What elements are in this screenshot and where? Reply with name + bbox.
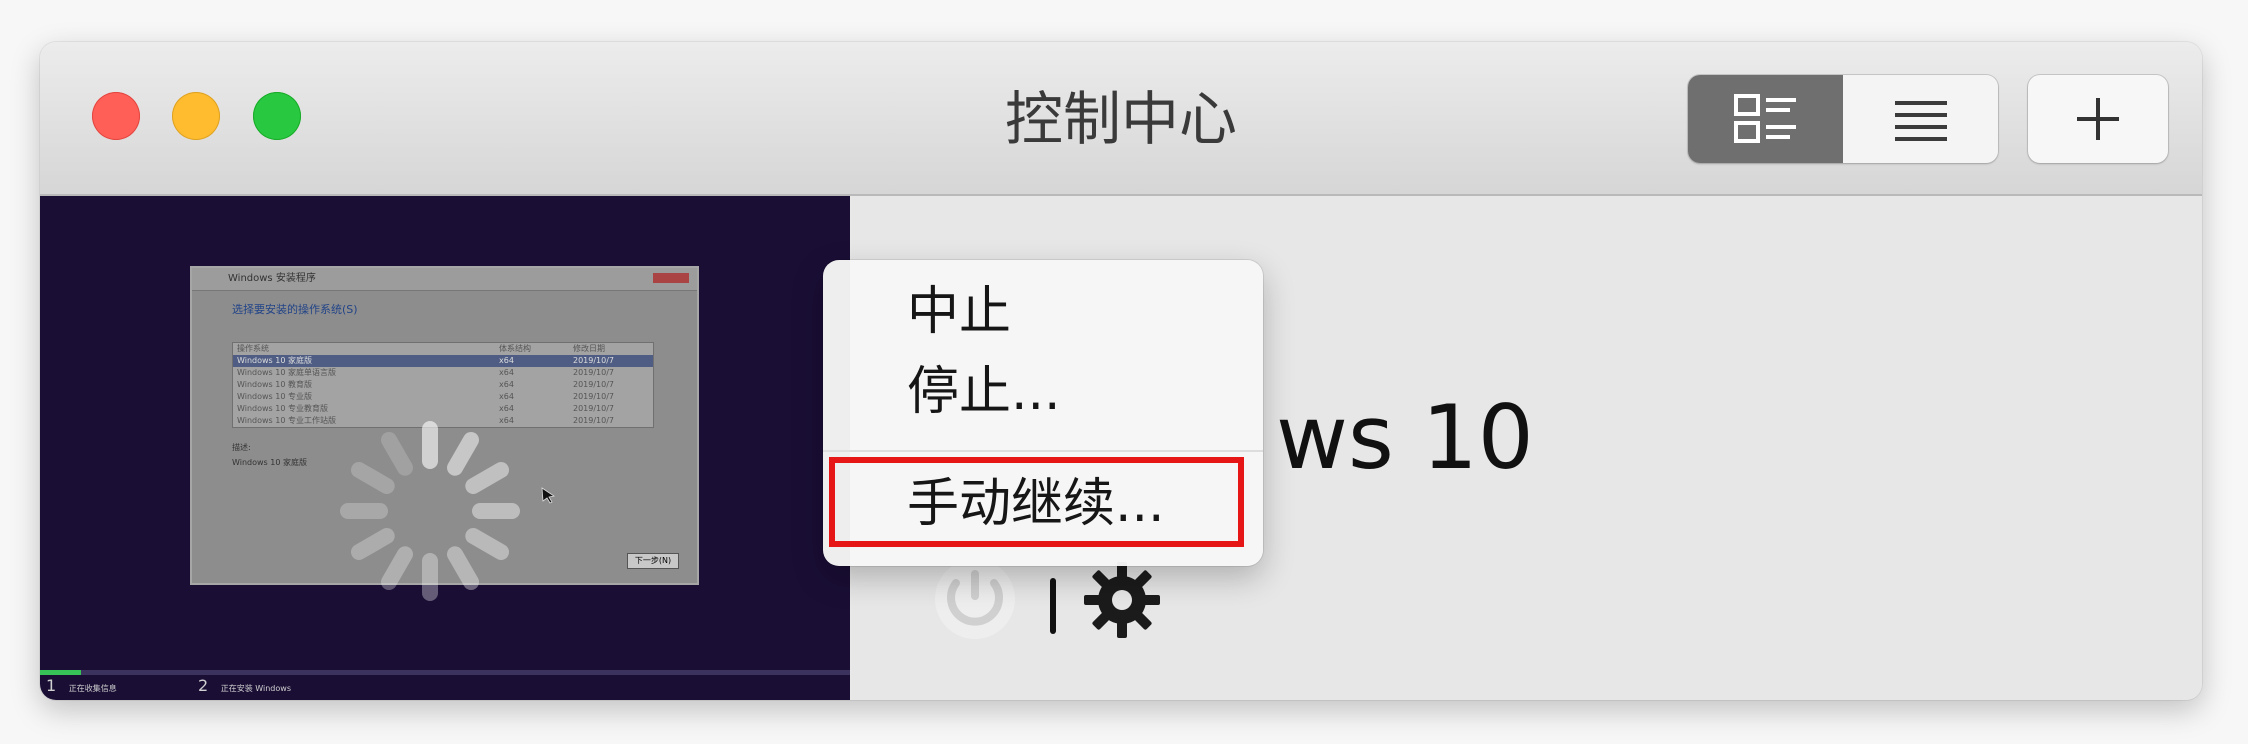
os-name: Windows 10 家庭单语言版: [237, 368, 336, 377]
install-step-label: 正在收集信息: [68, 684, 117, 693]
list-view-button[interactable]: [1843, 75, 1998, 163]
setup-titlebar: Windows 安装程序: [192, 268, 697, 291]
os-date: 2019/10/7: [573, 404, 615, 413]
os-date: 2019/10/7: [573, 356, 615, 365]
vm-name: ws 10: [1276, 386, 1534, 489]
os-name: Windows 10 教育版: [237, 380, 312, 389]
menu-separator: [823, 450, 1263, 452]
setup-window-title: Windows 安装程序: [228, 273, 316, 284]
menu-item-stop-label: 停止...: [907, 362, 1061, 422]
loading-spinner-icon: [340, 421, 520, 601]
os-name: Windows 10 专业版: [237, 392, 312, 401]
mouse-cursor-icon: [541, 487, 556, 504]
install-progress-fill: [40, 670, 81, 675]
os-row: Windows 10 家庭版 x64 2019/10/7: [233, 355, 653, 367]
os-row: Windows 10 教育版 x64 2019/10/7: [233, 379, 653, 391]
menu-item-stop[interactable]: 停止...: [907, 360, 1061, 424]
install-step-number: 1: [46, 676, 57, 695]
setup-next-button: 下一步(N): [627, 553, 679, 569]
setup-description: 描述: Windows 10 家庭版: [232, 442, 307, 472]
os-date: 2019/10/7: [573, 380, 615, 389]
power-icon[interactable]: [928, 552, 1022, 646]
os-row: Windows 10 家庭单语言版 x64 2019/10/7: [233, 367, 653, 379]
os-date: 2019/10/7: [573, 368, 615, 377]
plus-icon: [2077, 98, 2119, 140]
menu-item-abort[interactable]: 中止: [907, 280, 1011, 344]
os-arch: x64: [499, 368, 514, 377]
add-vm-button[interactable]: [2028, 75, 2168, 163]
os-table-column-arch: 体系结构: [499, 344, 531, 353]
install-step-1: 1 正在收集信息: [46, 676, 117, 699]
os-name: Windows 10 家庭版: [237, 356, 312, 365]
os-table-column-date: 修改日期: [573, 344, 605, 353]
os-table-header: 操作系统 体系结构 修改日期: [233, 343, 653, 355]
view-mode-segmented-control: [1688, 75, 1998, 163]
description-label: 描述:: [232, 443, 251, 452]
os-date: 2019/10/7: [573, 416, 615, 425]
os-table-column-name: 操作系统: [237, 344, 269, 353]
os-arch: x64: [499, 356, 514, 365]
install-step-number: 2: [198, 676, 209, 695]
description-value: Windows 10 家庭版: [232, 458, 307, 467]
detail-view-button[interactable]: [1688, 75, 1843, 163]
titlebar: 控制中心: [40, 42, 2202, 196]
list-view-icon: [1894, 101, 1947, 141]
install-step-2: 2 正在安装 Windows: [198, 676, 291, 699]
setup-heading: 选择要安装的操作系统(S): [232, 303, 358, 316]
vm-preview-thumbnail[interactable]: Windows 安装程序 选择要安装的操作系统(S) 操作系统 体系结构 修改日…: [40, 196, 850, 700]
menu-item-abort-label: 中止: [907, 282, 1012, 342]
os-row: Windows 10 专业版 x64 2019/10/7: [233, 391, 653, 403]
os-arch: x64: [499, 392, 514, 401]
toolbar-divider: [1050, 578, 1056, 634]
install-progress-bar: [40, 670, 850, 675]
detail-view-icon: [1733, 94, 1796, 143]
setup-close-button: [653, 273, 689, 283]
install-step-label: 正在安装 Windows: [220, 684, 291, 693]
manual-continue-highlight: [829, 457, 1244, 547]
gear-icon[interactable]: [1082, 560, 1162, 640]
os-date: 2019/10/7: [573, 392, 615, 401]
os-arch: x64: [499, 380, 514, 389]
